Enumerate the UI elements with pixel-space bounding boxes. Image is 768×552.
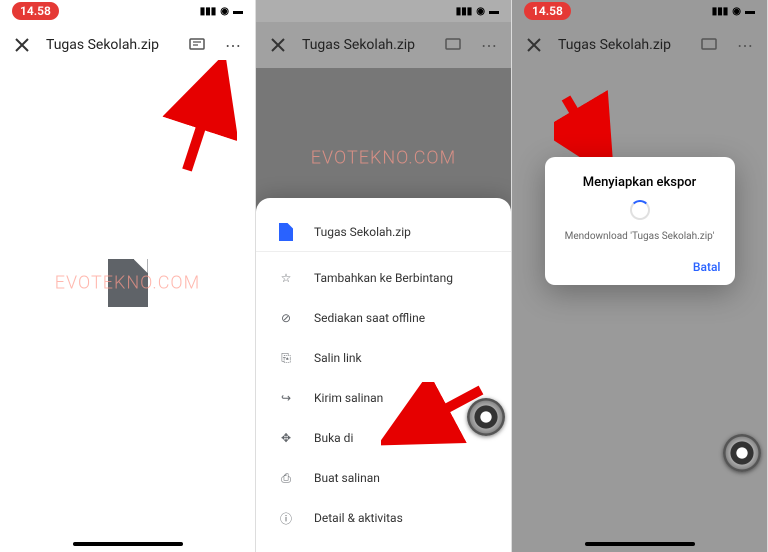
loading-spinner — [630, 200, 650, 220]
assistive-touch[interactable] — [467, 398, 505, 436]
close-icon[interactable] — [10, 33, 34, 57]
more-icon[interactable]: ⋯ — [733, 33, 757, 57]
link-icon: ⎘ — [276, 348, 296, 368]
more-icon[interactable]: ⋯ — [477, 33, 501, 57]
phone-screen-1: 14.58 ▮▮▮ ◉ ▬ Tugas Sekolah.zip ⋯ EVOTEK… — [0, 0, 256, 552]
assistive-touch[interactable] — [723, 434, 761, 472]
battery-icon: ▬ — [745, 6, 755, 17]
status-time: 14.58 — [524, 2, 571, 20]
signal-icon: ▮▮▮ — [200, 6, 217, 17]
home-indicator[interactable] — [73, 542, 183, 546]
wifi-icon: ◉ — [732, 6, 741, 17]
sheet-filename: Tugas Sekolah.zip — [314, 225, 411, 239]
info-icon: ⓘ — [276, 508, 296, 528]
comment-icon[interactable] — [441, 33, 465, 57]
sheet-header: Tugas Sekolah.zip — [256, 212, 511, 252]
signal-icon: ▮▮▮ — [456, 6, 473, 17]
close-icon[interactable] — [522, 33, 546, 57]
status-time: 14.58 — [12, 2, 59, 20]
signal-icon: ▮▮▮ — [712, 6, 729, 17]
status-bar: 14.58 ▮▮▮ ◉ ▬ — [0, 0, 255, 22]
cancel-button[interactable]: Batal — [693, 260, 721, 274]
status-bar: ▮▮▮◉ ▬ — [256, 0, 511, 22]
wifi-icon: ◉ — [476, 6, 485, 17]
close-icon[interactable] — [266, 33, 290, 57]
status-indicators: ▮▮▮ ◉ ▬ — [200, 6, 243, 17]
copy-icon: ⎙ — [276, 468, 296, 488]
file-icon — [108, 259, 148, 307]
wifi-icon: ◉ — [220, 6, 229, 17]
app-header: Tugas Sekolah.zip ⋯ — [256, 22, 511, 68]
menu-detail[interactable]: ⓘDetail & aktivitas — [256, 498, 511, 538]
star-icon: ☆ — [276, 268, 296, 288]
bottom-sheet: Tugas Sekolah.zip ☆Tambahkan ke Berbinta… — [256, 198, 511, 552]
phone-screen-2: ▮▮▮◉ ▬ Tugas Sekolah.zip ⋯ EVOTEKNO.COM T… — [256, 0, 512, 552]
app-header: Tugas Sekolah.zip ⋯ — [512, 22, 767, 68]
more-icon[interactable]: ⋯ — [221, 33, 245, 57]
status-indicators: ▮▮▮◉ ▬ — [456, 6, 499, 17]
phone-screen-3: 14.58 ▮▮▮◉ ▬ Tugas Sekolah.zip ⋯ Menyiapk… — [512, 0, 768, 552]
file-icon — [276, 222, 296, 242]
battery-icon: ▬ — [489, 6, 499, 17]
menu-copy-link[interactable]: ⎘Salin link — [256, 338, 511, 378]
header-title: Tugas Sekolah.zip — [558, 37, 685, 53]
annotation-arrow-1 — [157, 60, 237, 180]
dialog-message: Mendownload 'Tugas Sekolah.zip' — [559, 230, 721, 244]
battery-icon: ▬ — [233, 6, 243, 17]
header-title: Tugas Sekolah.zip — [46, 37, 173, 53]
menu-offline[interactable]: ⊘Sediakan saat offline — [256, 298, 511, 338]
menu-make-copy[interactable]: ⎙Buat salinan — [256, 458, 511, 498]
status-bar: 14.58 ▮▮▮◉ ▬ — [512, 0, 767, 22]
share-icon: ↪ — [276, 388, 296, 408]
menu-add-star[interactable]: ☆Tambahkan ke Berbintang — [256, 258, 511, 298]
header-title: Tugas Sekolah.zip — [302, 37, 429, 53]
comment-icon[interactable] — [185, 33, 209, 57]
watermark-text: EVOTEKNO.COM — [311, 148, 456, 169]
export-dialog: Menyiapkan ekspor Mendownload 'Tugas Sek… — [545, 157, 735, 285]
open-in-icon: ✥ — [276, 428, 296, 448]
home-indicator[interactable] — [585, 542, 695, 546]
comment-icon[interactable] — [697, 33, 721, 57]
status-indicators: ▮▮▮◉ ▬ — [712, 6, 755, 17]
dialog-title: Menyiapkan ekspor — [559, 175, 721, 190]
offline-icon: ⊘ — [276, 308, 296, 328]
